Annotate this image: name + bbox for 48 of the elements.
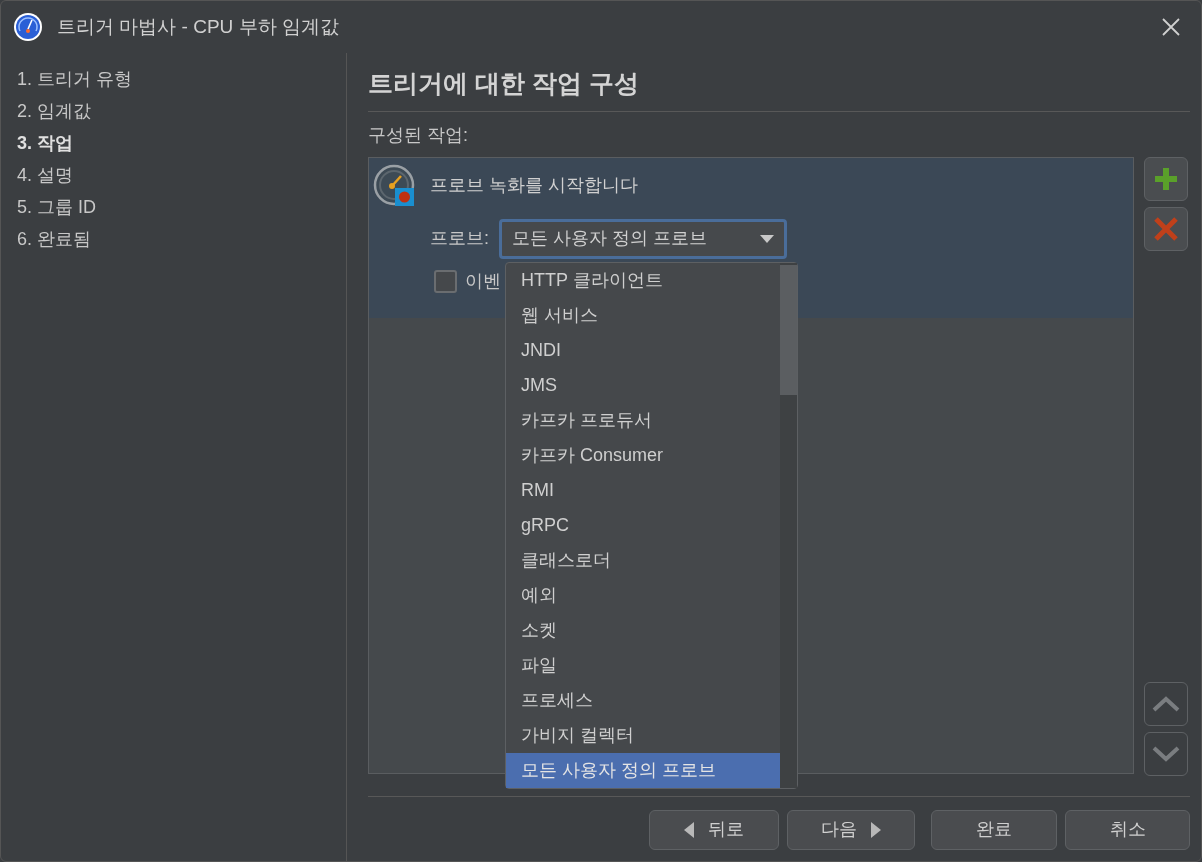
dropdown-option[interactable]: JNDI — [506, 332, 780, 368]
wizard-step[interactable]: 6. 완료됨 — [17, 223, 346, 255]
x-icon — [1153, 215, 1179, 242]
dropdown-option[interactable]: HTTP 클라이언트 — [506, 262, 780, 298]
dropdown-option[interactable]: 예외 — [506, 577, 780, 613]
wizard-step[interactable]: 1. 트리거 유형 — [17, 63, 346, 95]
wizard-step[interactable]: 4. 설명 — [17, 159, 346, 191]
move-down-button[interactable] — [1144, 731, 1188, 776]
gauge-record-icon — [373, 163, 417, 208]
close-icon — [1161, 17, 1181, 37]
dropdown-option[interactable]: 프로세스 — [506, 682, 780, 718]
plus-icon — [1154, 166, 1178, 191]
scrollbar-thumb[interactable] — [780, 264, 797, 395]
page-heading: 트리거에 대한 작업 구성 — [368, 53, 1190, 112]
add-button[interactable] — [1144, 156, 1188, 201]
dropdown-option[interactable]: JMS — [506, 367, 780, 403]
probe-label: 프로브: — [430, 227, 489, 250]
move-up-button[interactable] — [1144, 681, 1188, 726]
dropdown-option[interactable]: 파일 — [506, 647, 780, 683]
dropdown-option[interactable]: 소켓 — [506, 612, 780, 648]
dropdown-caret-icon — [760, 234, 774, 243]
window-title: 트리거 마법사 - CPU 부하 임계값 — [57, 14, 339, 39]
event-checkbox[interactable] — [434, 269, 457, 293]
action-title: 프로브 녹화를 시작합니다 — [430, 174, 638, 197]
wizard-step[interactable]: 5. 그룹 ID — [17, 191, 346, 223]
probe-dropdown[interactable]: 모든 사용자 정의 프로브 — [499, 218, 787, 259]
dropdown-option[interactable]: 모든 사용자 정의 프로브 — [506, 752, 780, 788]
chevron-up-icon — [1152, 694, 1180, 713]
left-triangle-icon — [684, 821, 694, 838]
dialog-button[interactable]: 완료 — [931, 809, 1057, 850]
right-triangle-icon — [871, 821, 881, 838]
section-label: 구성된 작업: — [368, 123, 469, 147]
wizard-step[interactable]: 2. 임계값 — [17, 95, 346, 127]
next-button[interactable]: 다음 — [787, 809, 915, 850]
scrollbar[interactable] — [780, 262, 797, 788]
checkbox-label: 이벤 — [465, 269, 501, 293]
chevron-down-icon — [1152, 744, 1180, 763]
app-gauge-icon — [13, 12, 43, 42]
dropdown-option[interactable]: 가비지 컬렉터 — [506, 717, 780, 753]
dropdown-option[interactable]: 클래스로더 — [506, 542, 780, 578]
dropdown-option[interactable]: RMI — [506, 472, 780, 508]
dropdown-option[interactable]: 카프카 프로듀서 — [506, 402, 780, 438]
dropdown-option[interactable]: 카프카 Consumer — [506, 437, 780, 473]
dropdown-option[interactable]: gRPC — [506, 507, 780, 543]
remove-button[interactable] — [1144, 206, 1188, 251]
wizard-step[interactable]: 3. 작업 — [17, 127, 346, 159]
back-button[interactable]: 뒤로 — [649, 809, 779, 850]
dialog-button[interactable]: 취소 — [1065, 809, 1190, 850]
